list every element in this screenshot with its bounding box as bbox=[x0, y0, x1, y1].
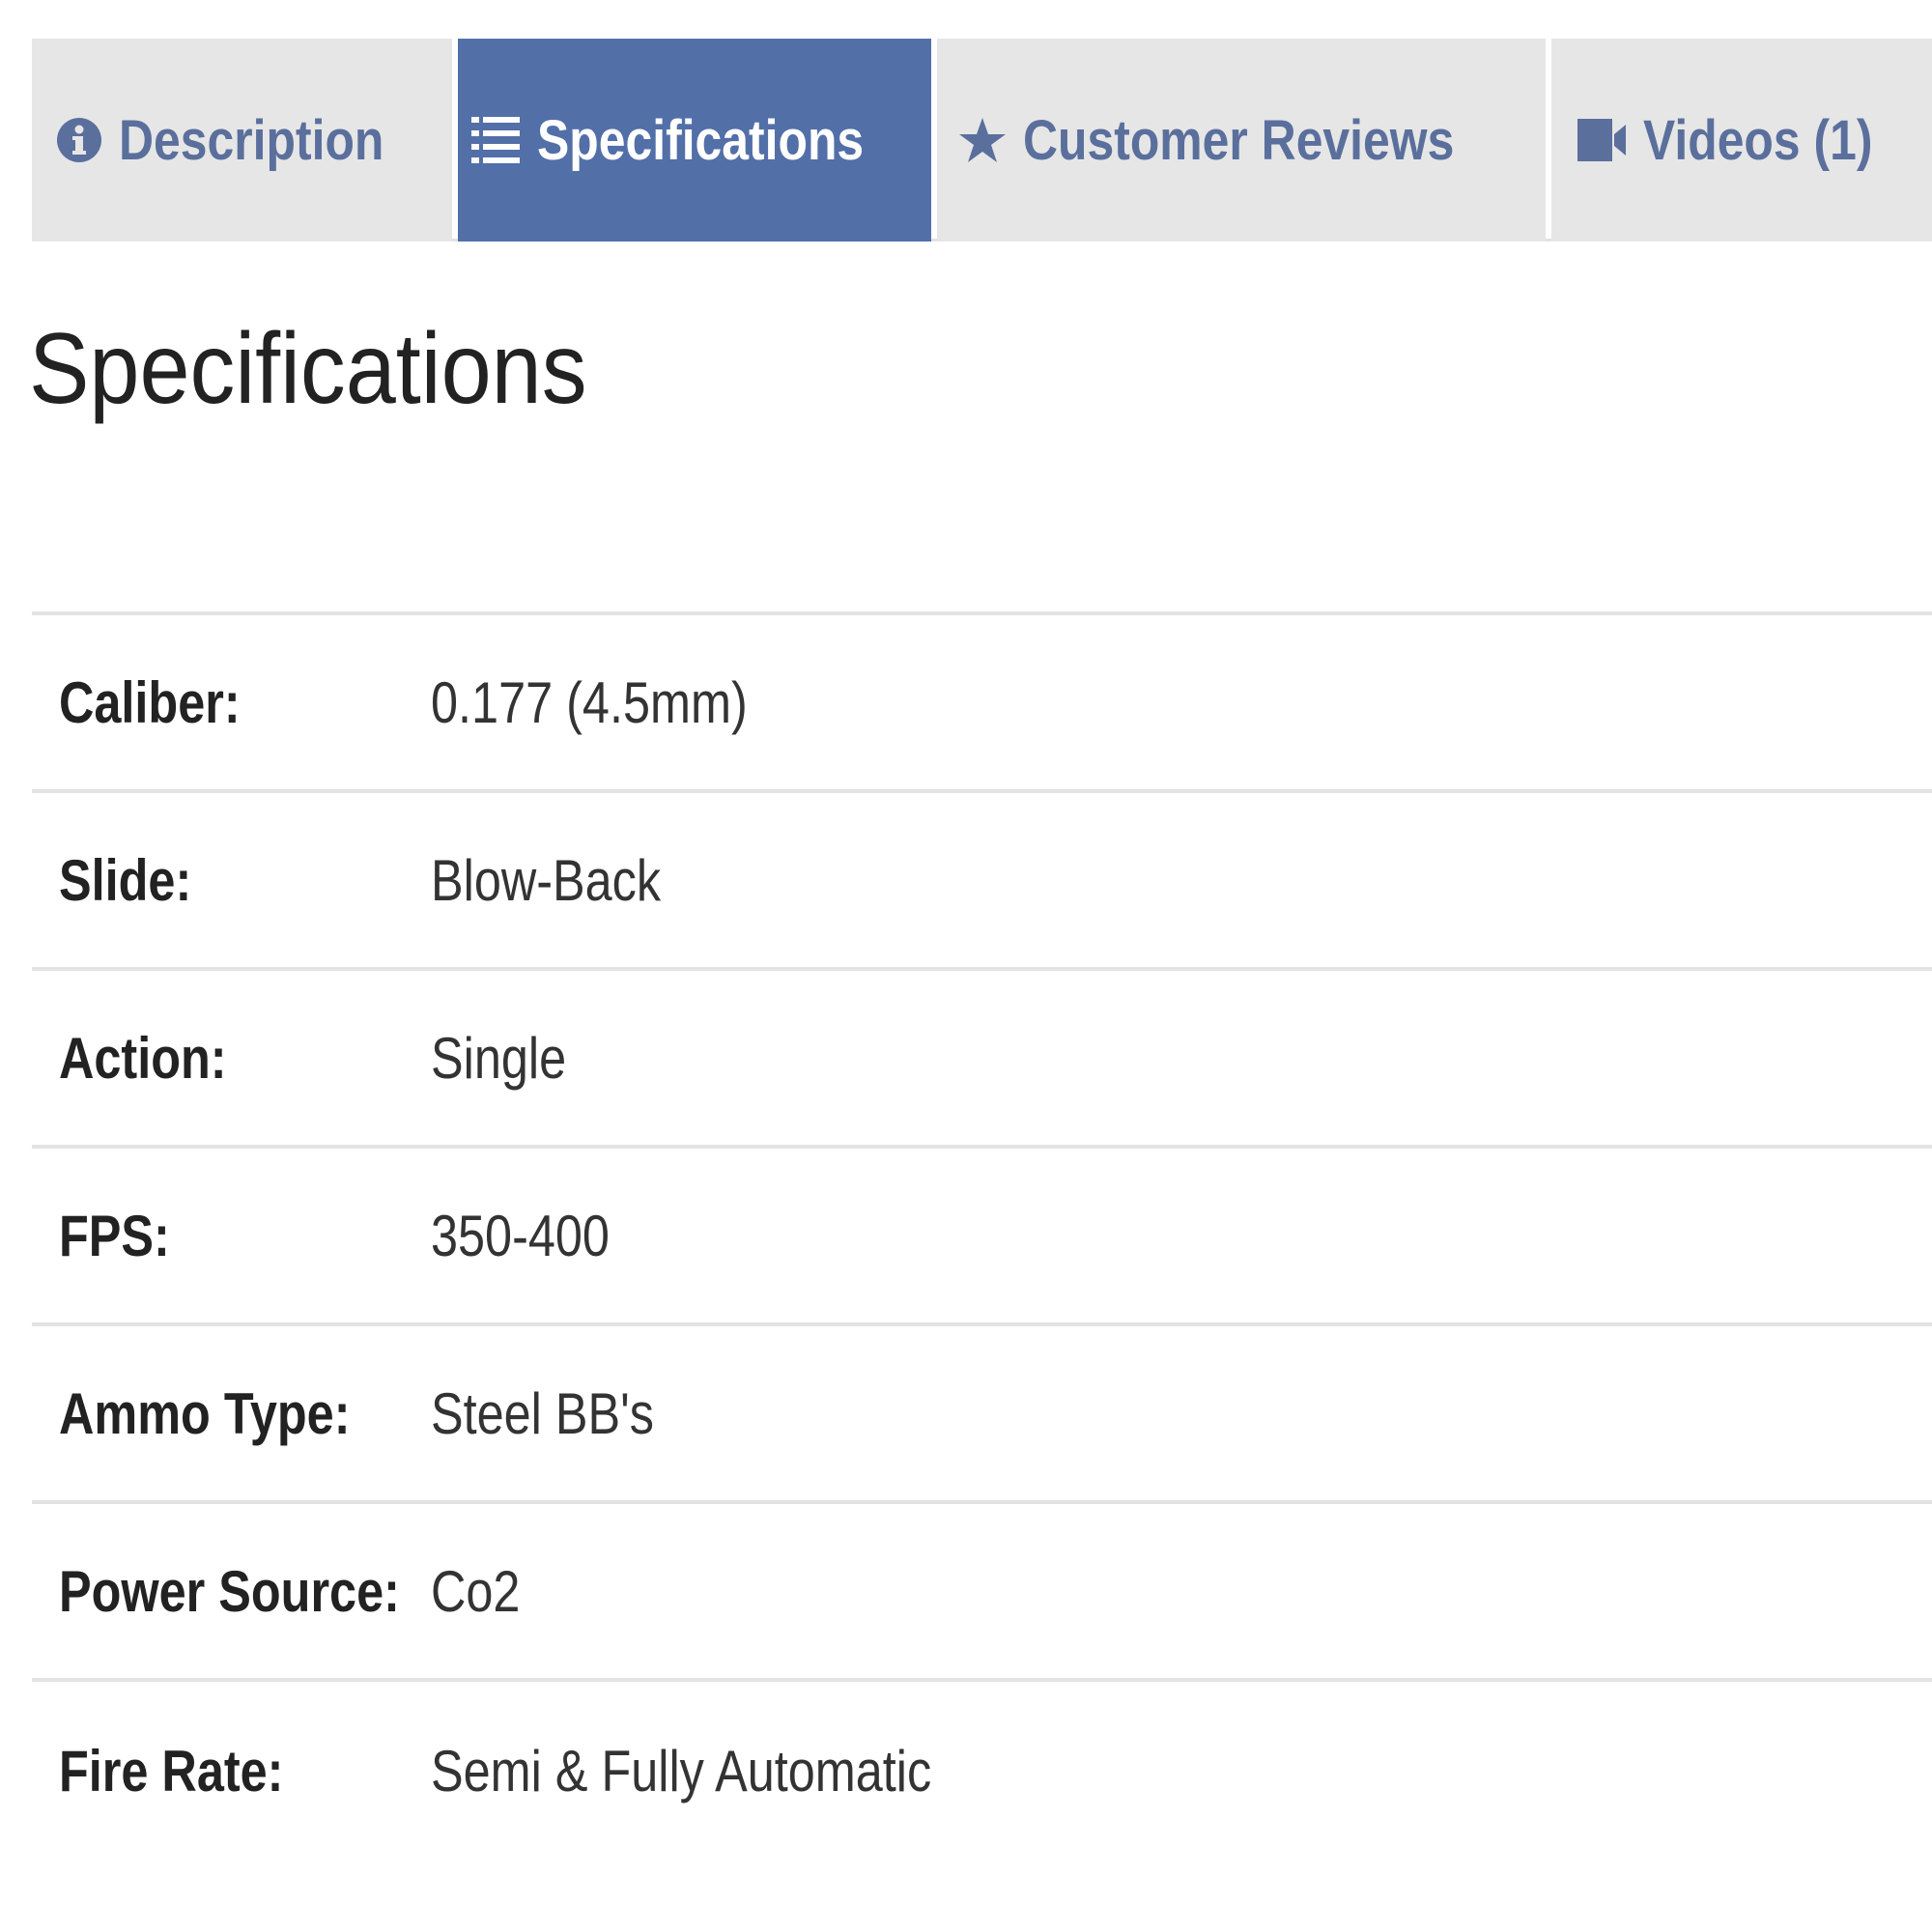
spec-label: Caliber: bbox=[59, 669, 241, 735]
tab-specifications-label: Specifications bbox=[537, 108, 865, 172]
spec-row-action: Action: Single bbox=[32, 971, 1932, 1149]
spec-row-power-source: Power Source: Co2 bbox=[32, 1504, 1932, 1682]
spec-label: Power Source: bbox=[59, 1558, 400, 1624]
spec-label: Slide: bbox=[59, 847, 192, 913]
spec-value: Steel BB's bbox=[431, 1380, 654, 1446]
tab-videos[interactable]: Videos (1) bbox=[1551, 39, 1932, 242]
spec-value: Semi & Fully Automatic bbox=[431, 1738, 932, 1804]
specifications-table: Caliber: 0.177 (4.5mm) Slide: Blow-Back … bbox=[32, 611, 1932, 1860]
spec-value: 350-400 bbox=[431, 1203, 610, 1268]
tab-description[interactable]: Description bbox=[32, 39, 452, 242]
spec-value: Single bbox=[431, 1025, 567, 1091]
info-circle-icon bbox=[56, 118, 101, 162]
tab-videos-label: Videos (1) bbox=[1642, 108, 1873, 172]
video-camera-icon bbox=[1577, 119, 1626, 161]
spec-value: Co2 bbox=[431, 1558, 521, 1624]
spec-row-fps: FPS: 350-400 bbox=[32, 1149, 1932, 1326]
tab-customer-reviews-label: Customer Reviews bbox=[1022, 108, 1454, 172]
list-icon bbox=[471, 115, 521, 165]
spec-label: Action: bbox=[59, 1025, 227, 1091]
spec-row-slide: Slide: Blow-Back bbox=[32, 793, 1932, 971]
spec-row-caliber: Caliber: 0.177 (4.5mm) bbox=[32, 615, 1932, 793]
spec-value: 0.177 (4.5mm) bbox=[431, 669, 748, 735]
tab-bar: Description Specifications Customer Revi… bbox=[32, 39, 1932, 242]
product-details-panel: Description Specifications Customer Revi… bbox=[0, 0, 1932, 1932]
tab-description-label: Description bbox=[118, 108, 384, 172]
tab-customer-reviews[interactable]: Customer Reviews bbox=[937, 39, 1546, 242]
spec-value: Blow-Back bbox=[431, 847, 662, 913]
spec-label: Fire Rate: bbox=[59, 1738, 284, 1804]
spec-label: FPS: bbox=[59, 1203, 170, 1268]
spec-row-fire-rate: Fire Rate: Semi & Fully Automatic bbox=[32, 1682, 1932, 1860]
spec-row-ammo-type: Ammo Type: Steel BB's bbox=[32, 1326, 1932, 1504]
tab-specifications[interactable]: Specifications bbox=[458, 39, 931, 242]
spec-label: Ammo Type: bbox=[59, 1380, 351, 1446]
section-heading: Specifications bbox=[29, 313, 587, 425]
star-icon bbox=[958, 118, 1006, 162]
